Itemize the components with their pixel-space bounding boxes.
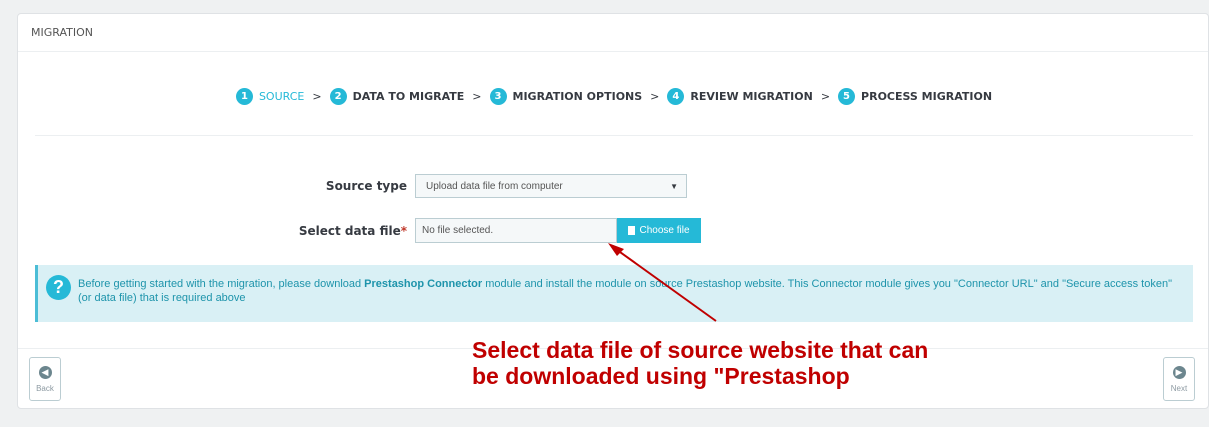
annotation-line-1: Select data file of source website that … [472,337,929,363]
annotation-text: Select data file of source website that … [472,337,928,389]
annotation-line-2: be downloaded using "Prestashop [472,363,850,389]
